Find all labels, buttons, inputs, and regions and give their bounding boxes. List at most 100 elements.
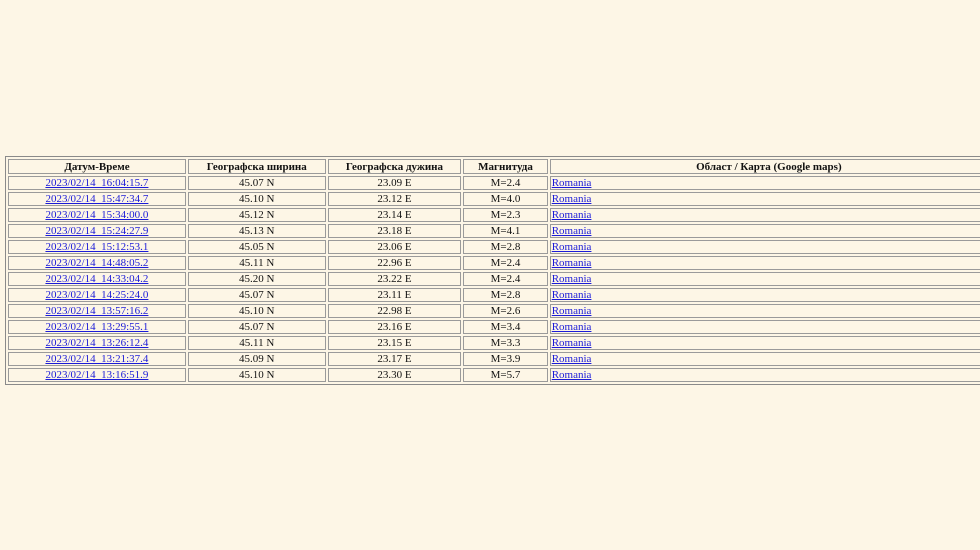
cell-region: Romania [549,272,980,286]
cell-magnitude: M=5.7 [463,368,548,382]
region-map-link[interactable]: Romania [552,273,592,285]
region-map-link[interactable]: Romania [552,241,592,253]
cell-longitude: 22.96 E [327,256,462,270]
header-latitude: Географска ширина [187,159,326,174]
datetime-link[interactable]: 2023/02/14_15:34:00.0 [45,209,148,221]
cell-region: Romania [549,304,980,318]
cell-magnitude: M=2.3 [463,208,548,222]
datetime-link[interactable]: 2023/02/14_15:47:34.7 [45,193,148,205]
table-row: 2023/02/14_14:48:05.2 45.11 N 22.96 E M=2.4… [8,256,980,270]
cell-latitude: 45.07 N [187,176,326,190]
cell-latitude: 45.10 N [187,304,326,318]
cell-magnitude: M=3.3 [463,336,548,350]
cell-datetime: 2023/02/14_13:21:37.4 [8,352,186,366]
datetime-link[interactable]: 2023/02/14_13:21:37.4 [45,353,148,365]
cell-magnitude: M=2.8 [463,240,548,254]
cell-region: Romania [549,192,980,206]
datetime-link[interactable]: 2023/02/14_14:33:04.2 [45,273,148,285]
datetime-link[interactable]: 2023/02/14_13:26:12.4 [45,337,148,349]
cell-longitude: 23.11 E [327,288,462,302]
datetime-link[interactable]: 2023/02/14_16:04:15.7 [45,177,148,189]
cell-latitude: 45.09 N [187,352,326,366]
region-map-link[interactable]: Romania [552,289,592,301]
datetime-link[interactable]: 2023/02/14_13:16:51.9 [45,369,148,381]
table-row: 2023/02/14_16:04:15.7 45.07 N 23.09 E M=2.4… [8,176,980,190]
datetime-link[interactable]: 2023/02/14_15:12:53.1 [45,241,148,253]
earthquake-table-container: Датум-Време Географска ширина Географска… [5,156,980,385]
cell-longitude: 23.17 E [327,352,462,366]
table-row: 2023/02/14_13:57:16.2 45.10 N 22.98 E M=2.6… [8,304,980,318]
cell-latitude: 45.10 N [187,192,326,206]
cell-datetime: 2023/02/14_14:25:24.0 [8,288,186,302]
cell-region: Romania [549,368,980,382]
cell-datetime: 2023/02/14_13:16:51.9 [8,368,186,382]
cell-datetime: 2023/02/14_15:34:00.0 [8,208,186,222]
datetime-link[interactable]: 2023/02/14_13:57:16.2 [45,305,148,317]
cell-datetime: 2023/02/14_13:29:55.1 [8,320,186,334]
region-map-link[interactable]: Romania [552,337,592,349]
cell-magnitude: M=2.8 [463,288,548,302]
cell-datetime: 2023/02/14_15:12:53.1 [8,240,186,254]
table-row: 2023/02/14_15:47:34.7 45.10 N 23.12 E M=4.0… [8,192,980,206]
cell-latitude: 45.20 N [187,272,326,286]
cell-region: Romania [549,288,980,302]
table-header-row: Датум-Време Географска ширина Географска… [8,159,980,174]
table-row: 2023/02/14_13:16:51.9 45.10 N 23.30 E M=5.7… [8,368,980,382]
region-map-link[interactable]: Romania [552,193,592,205]
region-map-link[interactable]: Romania [552,369,592,381]
cell-latitude: 45.05 N [187,240,326,254]
cell-longitude: 23.12 E [327,192,462,206]
cell-region: Romania [549,240,980,254]
cell-magnitude: M=3.4 [463,320,548,334]
region-map-link[interactable]: Romania [552,225,592,237]
cell-region: Romania [549,320,980,334]
cell-magnitude: M=3.9 [463,352,548,366]
cell-latitude: 45.07 N [187,320,326,334]
cell-magnitude: M=2.4 [463,272,548,286]
cell-datetime: 2023/02/14_15:47:34.7 [8,192,186,206]
cell-region: Romania [549,208,980,222]
datetime-link[interactable]: 2023/02/14_13:29:55.1 [45,321,148,333]
cell-region: Romania [549,256,980,270]
cell-datetime: 2023/02/14_13:26:12.4 [8,336,186,350]
cell-latitude: 45.13 N [187,224,326,238]
cell-datetime: 2023/02/14_15:24:27.9 [8,224,186,238]
cell-magnitude: M=2.4 [463,256,548,270]
cell-magnitude: M=2.6 [463,304,548,318]
cell-longitude: 23.16 E [327,320,462,334]
table-row: 2023/02/14_15:34:00.0 45.12 N 23.14 E M=2.3… [8,208,980,222]
cell-longitude: 22.98 E [327,304,462,318]
cell-latitude: 45.11 N [187,256,326,270]
cell-datetime: 2023/02/14_16:04:15.7 [8,176,186,190]
table-row: 2023/02/14_15:12:53.1 45.05 N 23.06 E M=2.8… [8,240,980,254]
cell-region: Romania [549,224,980,238]
region-map-link[interactable]: Romania [552,353,592,365]
cell-longitude: 23.22 E [327,272,462,286]
region-map-link[interactable]: Romania [552,305,592,317]
table-row: 2023/02/14_14:25:24.0 45.07 N 23.11 E M=2.8… [8,288,980,302]
header-region-map: Област / Карта (Google maps) [549,159,980,174]
region-map-link[interactable]: Romania [552,177,592,189]
datetime-link[interactable]: 2023/02/14_14:48:05.2 [45,257,148,269]
cell-latitude: 45.10 N [187,368,326,382]
table-row: 2023/02/14_13:21:37.4 45.09 N 23.17 E M=3.9… [8,352,980,366]
cell-magnitude: M=4.1 [463,224,548,238]
region-map-link[interactable]: Romania [552,257,592,269]
cell-latitude: 45.12 N [187,208,326,222]
cell-datetime: 2023/02/14_14:48:05.2 [8,256,186,270]
datetime-link[interactable]: 2023/02/14_15:24:27.9 [45,225,148,237]
region-map-link[interactable]: Romania [552,321,592,333]
region-map-link[interactable]: Romania [552,209,592,221]
table-row: 2023/02/14_14:33:04.2 45.20 N 23.22 E M=2.4… [8,272,980,286]
cell-magnitude: M=4.0 [463,192,548,206]
datetime-link[interactable]: 2023/02/14_14:25:24.0 [45,289,148,301]
cell-longitude: 23.06 E [327,240,462,254]
cell-region: Romania [549,176,980,190]
cell-datetime: 2023/02/14_14:33:04.2 [8,272,186,286]
table-row: 2023/02/14_13:29:55.1 45.07 N 23.16 E M=3.4… [8,320,980,334]
cell-datetime: 2023/02/14_13:57:16.2 [8,304,186,318]
header-datetime: Датум-Време [8,159,186,174]
cell-region: Romania [549,336,980,350]
cell-longitude: 23.18 E [327,224,462,238]
cell-magnitude: M=2.4 [463,176,548,190]
